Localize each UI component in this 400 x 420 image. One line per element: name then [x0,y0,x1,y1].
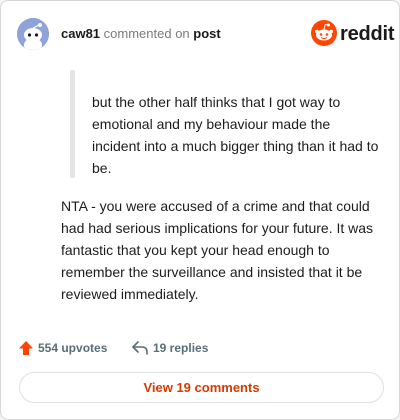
comment-body: NTA - you were accused of a crime and th… [61,198,374,302]
upvote-arrow-icon [19,341,33,355]
upvote-count: 554 upvotes [38,341,108,355]
reply-count: 19 replies [153,341,209,355]
comment-meta: caw81 commented on post [61,26,221,42]
view-comments-button[interactable]: View 19 comments [19,372,384,403]
comment-stats: 554 upvotes 19 replies [18,338,318,358]
quote-bar [70,70,75,178]
upvote-stat[interactable]: 554 upvotes [18,338,107,358]
commented-on-text: commented on [103,26,190,41]
reply-stat[interactable]: 19 replies [131,338,208,358]
comment-header: caw81 commented on post reddit [17,18,395,50]
reply-arrow-icon [132,341,148,355]
reddit-wordmark: reddit [340,23,395,45]
username-link[interactable]: caw81 [61,26,100,41]
comment-card: caw81 commented on post reddit but the o… [0,0,400,420]
quoted-text: but the other half thinks that I got way… [92,94,379,176]
reddit-brand[interactable]: reddit [311,20,395,48]
post-link[interactable]: post [193,26,220,41]
reddit-logo-icon [311,20,337,46]
snoo-avatar-icon[interactable] [17,18,49,50]
